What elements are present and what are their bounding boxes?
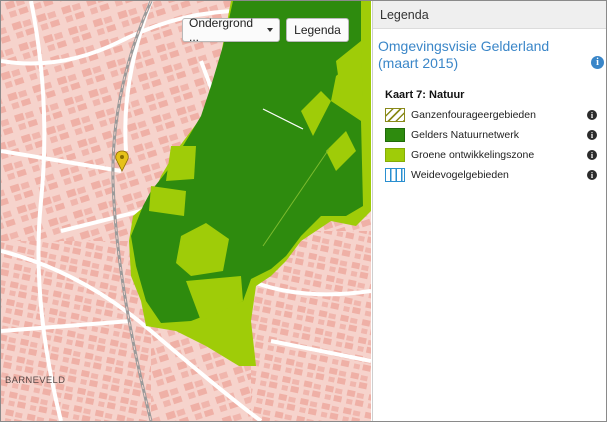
legend-item-label: Groene ontwikkelingszone [411, 149, 535, 161]
dark-green-swatch-icon [385, 128, 405, 142]
legend-item-gelders-natuurnetwerk: Gelders Natuurnetwerk i [385, 127, 597, 143]
light-green-swatch-icon [385, 148, 405, 162]
legend-button-label: Legenda [294, 23, 341, 37]
legend-panel: Legenda Omgevingsvisie Gelderland (maart… [372, 1, 606, 421]
panel-header: Legenda [373, 1, 606, 29]
basemap-dropdown-button[interactable]: Ondergrond ... [182, 16, 280, 44]
legend-item-label: Ganzenfourageergebieden [411, 109, 536, 121]
info-icon[interactable]: i [591, 56, 604, 69]
map-view[interactable]: Ondergrond ... Legenda BARNEVELD [1, 1, 371, 421]
hatched-swatch-icon [385, 108, 405, 122]
map-canvas[interactable] [1, 1, 371, 421]
place-label: BARNEVELD [5, 375, 66, 386]
info-icon[interactable]: i [587, 150, 597, 160]
caret-down-icon [267, 28, 273, 32]
app-frame: Ondergrond ... Legenda BARNEVELD Legenda… [0, 0, 607, 422]
info-icon[interactable]: i [587, 110, 597, 120]
info-icon[interactable]: i [587, 170, 597, 180]
section-title: Kaart 7: Natuur [385, 89, 465, 101]
basemap-button-label: Ondergrond ... [189, 16, 254, 44]
blue-striped-swatch-icon [385, 168, 405, 182]
legend-item-label: Gelders Natuurnetwerk [411, 129, 519, 141]
legend-button[interactable]: Legenda [286, 18, 349, 42]
legend-item-label: Weidevogelgebieden [411, 169, 509, 181]
layer-title[interactable]: Omgevingsvisie Gelderland (maart 2015) [378, 38, 588, 72]
info-icon[interactable]: i [587, 130, 597, 140]
legend-item-ganzenfourageergebieden: Ganzenfourageergebieden i [385, 107, 597, 123]
legend-item-weidevogelgebieden: Weidevogelgebieden i [385, 167, 597, 183]
legend-item-groene-ontwikkelingszone: Groene ontwikkelingszone i [385, 147, 597, 163]
